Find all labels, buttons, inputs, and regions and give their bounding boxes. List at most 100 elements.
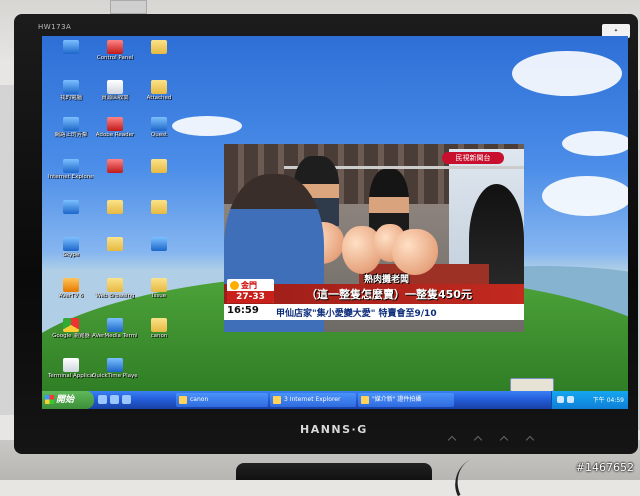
desktop-icon[interactable]: Skype (48, 237, 94, 259)
desktop-icon-label: Web Browsing (95, 293, 135, 299)
taskbar-button-app[interactable]: "媒介新" 證件拍攝 (358, 393, 454, 407)
weather-box: 金門 27-33 (227, 279, 274, 303)
skype-icon (63, 237, 79, 251)
monitor-button-icon[interactable] (447, 435, 457, 445)
desktop-icon[interactable]: Attached (136, 80, 182, 102)
desktop-icon[interactable] (92, 159, 138, 174)
system-tray: 下午 04:59 (551, 391, 628, 409)
desktop-icon[interactable] (92, 200, 138, 215)
internet-explorer-icon (63, 159, 79, 173)
desktop-icon-label: Terminal Application (48, 373, 94, 379)
cloud (512, 51, 622, 96)
ticker-time: 16:59 (227, 305, 259, 316)
desktop-icon[interactable]: Quest (136, 117, 182, 139)
folder-icon (151, 278, 167, 292)
folder-icon (151, 318, 167, 332)
taskbar: 開始 canon 3 Internet Explorer "媒介新" 證件拍攝 … (42, 391, 628, 409)
desktop-icon[interactable]: Issue (136, 278, 182, 300)
ceiling-tile (110, 0, 147, 14)
desktop-icon-label: Quest (150, 132, 168, 138)
desktop-icon-label: Attached (146, 95, 172, 101)
app-icon (107, 159, 123, 173)
roast-chicken (392, 229, 438, 275)
taskbar-button-ie[interactable]: 3 Internet Explorer (270, 393, 356, 407)
screen: Control Panel 我的電腦 資源回收筒 Attached 網路上的芳鄰 Adob… (42, 36, 628, 409)
folder-icon (107, 237, 123, 251)
app-icon (63, 200, 79, 214)
weather-city: 金門 (241, 281, 257, 290)
desktop-icon-label: Control Panel (96, 55, 134, 61)
desktop-icon[interactable] (136, 200, 182, 215)
quick-launch (98, 395, 132, 405)
desktop-icon-label: AVerTV 6 (58, 293, 84, 299)
desktop-icon[interactable] (48, 200, 94, 215)
desktop-icon[interactable]: AVerTV 6 (48, 278, 94, 300)
recycle-bin-icon (107, 80, 123, 94)
taskbar-button-canon[interactable]: canon (176, 393, 268, 407)
globe-icon (151, 237, 167, 251)
desktop-icon[interactable]: Control Panel (92, 40, 138, 62)
cloud (542, 176, 628, 216)
sun-icon (230, 281, 239, 290)
app-icon (361, 396, 369, 404)
desktop-icon[interactable] (136, 237, 182, 252)
tv-video-window[interactable]: 民視新聞台 熟肉攤老闆 （這一整隻怎麼賣）一整隻450元 金門 27-33 16… (224, 144, 524, 332)
cloud (172, 116, 242, 136)
windows-flag-icon (45, 395, 54, 404)
desktop-icon[interactable]: 資源回收筒 (92, 80, 138, 102)
desktop-icon[interactable]: Web Browsing (92, 278, 138, 300)
start-label: 開始 (56, 395, 75, 405)
chrome-icon (63, 318, 79, 332)
desktop-icon-label: Google 瀏覽器 (52, 333, 90, 339)
monitor-button-icon[interactable] (473, 435, 483, 445)
desktop-icon[interactable]: Adobe Reader (92, 117, 138, 139)
tray-clock: 下午 04:59 (592, 397, 624, 404)
ticker-text: 甲仙店家"集小愛變大愛" 特賣會至9/10 (276, 309, 437, 319)
folder-icon (151, 40, 167, 54)
my-computer-icon (63, 80, 79, 94)
start-button[interactable]: 開始 (42, 391, 94, 409)
quick-launch-icon[interactable] (98, 395, 107, 404)
desktop-icon[interactable]: 我的電腦 (48, 80, 94, 102)
desktop-icon[interactable]: AVerMedia Terminal (92, 318, 138, 340)
desktop-icon-label: Issue (151, 293, 167, 299)
desktop-icon-label: canon (150, 333, 168, 339)
desktop-icon[interactable]: canon (136, 318, 182, 340)
desktop-icon[interactable] (136, 159, 182, 174)
desktop-icon-label: 資源回收筒 (101, 95, 129, 101)
terminal-icon (63, 358, 79, 372)
folder-icon (107, 278, 123, 292)
avermedia-icon (107, 318, 123, 332)
desktop-icon-label: 網路上的芳鄰 (54, 132, 88, 138)
desktop-icon[interactable] (48, 40, 94, 55)
news-banner-text: （這一整隻怎麼賣）一整隻450元 (306, 288, 472, 301)
desktop-icon[interactable] (92, 237, 138, 252)
watermark: #1467652 (575, 461, 634, 474)
desktop-icon[interactable]: Google 瀏覽器 (48, 318, 94, 340)
desktop-icon[interactable]: 網路上的芳鄰 (48, 117, 94, 139)
channel-logo: 民視新聞台 (442, 152, 504, 164)
monitor-button-icon[interactable] (525, 435, 535, 445)
tray-volume-icon[interactable] (567, 396, 574, 403)
desktop-icon-label: Adobe Reader (95, 132, 135, 138)
ie-icon (273, 396, 281, 404)
quick-launch-icon[interactable] (122, 395, 131, 404)
desktop-icon[interactable]: Internet Explorer (48, 159, 94, 181)
folder-icon (179, 396, 187, 404)
desktop-icon[interactable]: QuickTime Player (92, 358, 138, 380)
folder-icon (63, 40, 79, 54)
desktop-icon-label: QuickTime Player (92, 373, 138, 379)
desktop-icon-label: AVerMedia Terminal (92, 333, 138, 339)
weather-temp: 27-33 (227, 291, 274, 303)
cloud (562, 131, 628, 156)
quick-launch-icon[interactable] (110, 395, 119, 404)
monitor-stand (236, 463, 432, 480)
avertv-icon (63, 278, 79, 292)
adobe-reader-icon (107, 117, 123, 131)
desktop-icon-label: Skype (62, 252, 80, 258)
network-places-icon (63, 117, 79, 131)
tray-network-icon[interactable] (557, 396, 564, 403)
desktop-icon[interactable] (136, 40, 182, 55)
desktop-icon[interactable]: Terminal Application (48, 358, 94, 380)
language-bar[interactable] (510, 378, 554, 392)
